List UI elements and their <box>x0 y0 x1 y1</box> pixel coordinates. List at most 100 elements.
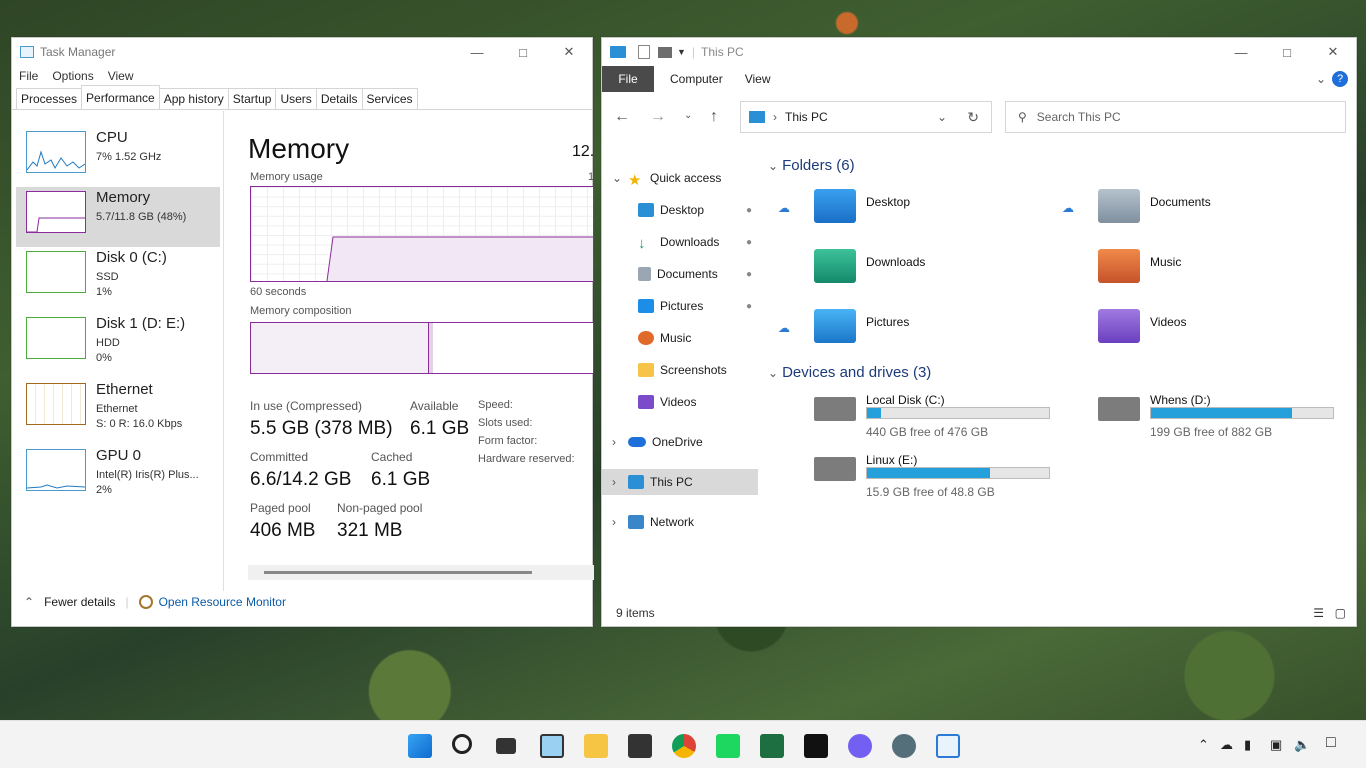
tab-details[interactable]: Details <box>315 88 363 109</box>
spotify-icon[interactable] <box>716 734 740 758</box>
up-arrow-icon[interactable]: ↑ <box>710 108 718 126</box>
chevron-down-icon[interactable]: ⌄ <box>602 171 628 185</box>
minimize-button[interactable]: — <box>1218 38 1264 66</box>
drive-c[interactable]: Local Disk (C:) 440 GB free of 476 GB <box>762 389 1062 439</box>
settings-gear-icon[interactable] <box>892 734 916 758</box>
perf-item-disk0[interactable]: Disk 0 (C:) SSD 1% <box>16 247 220 307</box>
chrome-icon[interactable] <box>672 734 696 758</box>
perf-item-memory[interactable]: Memory 5.7/11.8 GB (48%) <box>16 187 220 247</box>
address-dropdown-icon[interactable]: ⌄ <box>937 110 947 124</box>
dolby-icon[interactable] <box>804 734 828 758</box>
titlebar-divider: | <box>691 45 696 59</box>
breadcrumb-this-pc[interactable]: This PC <box>785 110 828 124</box>
tree-item-videos[interactable]: Videos <box>602 389 758 415</box>
ribbon-computer-tab[interactable]: Computer <box>670 72 723 86</box>
tab-app-history[interactable]: App history <box>158 88 229 109</box>
maximize-button[interactable]: □ <box>500 38 546 66</box>
tree-item-downloads[interactable]: ↓ Downloads ● <box>602 229 758 255</box>
chevron-up-icon[interactable]: ⌃ <box>24 595 34 609</box>
drive-d[interactable]: Whens (D:) 199 GB free of 882 GB <box>1046 389 1346 439</box>
fewer-details-button[interactable]: Fewer details <box>44 595 115 609</box>
folder-pictures[interactable]: ☁ Pictures <box>762 309 982 349</box>
menu-file[interactable]: File <box>19 69 38 83</box>
chevron-right-icon[interactable]: › <box>602 515 628 529</box>
perf-item-cpu[interactable]: CPU 7% 1.52 GHz <box>16 127 220 187</box>
start-windows-icon[interactable] <box>408 734 432 758</box>
viber-icon[interactable] <box>848 734 872 758</box>
perf-item-value: 0% <box>96 352 112 364</box>
scroll-thumb[interactable] <box>264 571 532 574</box>
pin-icon[interactable]: ● <box>746 237 752 248</box>
file-explorer-icon[interactable] <box>584 734 608 758</box>
tree-item-desktop[interactable]: Desktop ● <box>602 197 758 223</box>
excel-icon[interactable] <box>760 734 784 758</box>
folder-downloads[interactable]: Downloads <box>762 249 982 289</box>
tab-services[interactable]: Services <box>361 88 418 109</box>
tree-item-music[interactable]: Music <box>602 325 758 351</box>
ribbon-file-tab[interactable]: File <box>602 66 654 92</box>
pin-icon[interactable]: ● <box>746 205 752 216</box>
tree-item-network[interactable]: › Network <box>602 509 758 535</box>
onedrive-tray-icon[interactable]: ☁ <box>1220 737 1233 753</box>
store-icon[interactable] <box>628 734 652 758</box>
tree-item-onedrive[interactable]: › OneDrive <box>602 429 758 455</box>
menu-view[interactable]: View <box>108 69 134 83</box>
refresh-icon[interactable]: ↻ <box>967 109 979 126</box>
tree-item-documents[interactable]: Documents ● <box>602 261 758 287</box>
open-resource-monitor-link[interactable]: Open Resource Monitor <box>159 595 286 609</box>
volume-icon[interactable]: 🔈 <box>1294 737 1310 753</box>
tree-item-pictures[interactable]: Pictures ● <box>602 293 758 319</box>
tree-item-this-pc[interactable]: › This PC <box>602 469 758 495</box>
devices-section-header[interactable]: ⌄ Devices and drives (3) <box>768 364 931 381</box>
drive-e[interactable]: Linux (E:) 15.9 GB free of 48.8 GB <box>762 449 1062 499</box>
ribbon-view-tab[interactable]: View <box>745 72 771 86</box>
explorer-titlebar[interactable]: ▼ | This PC — □ ✕ <box>602 38 1356 66</box>
search-input[interactable]: ⚲ Search This PC <box>1005 101 1346 133</box>
task-view-icon[interactable] <box>496 738 516 754</box>
close-button[interactable]: ✕ <box>546 38 592 66</box>
address-bar[interactable]: › This PC ⌄ ↻ <box>740 101 992 133</box>
widgets-icon[interactable] <box>540 734 564 758</box>
close-button[interactable]: ✕ <box>1310 38 1356 66</box>
perf-item-ethernet[interactable]: Ethernet Ethernet S: 0 R: 16.0 Kbps <box>16 379 220 439</box>
tab-processes[interactable]: Processes <box>16 88 83 109</box>
expand-ribbon-icon[interactable]: ⌄ <box>1316 72 1326 86</box>
pin-icon[interactable]: ● <box>746 301 752 312</box>
perf-item-gpu[interactable]: GPU 0 Intel(R) Iris(R) Plus... 2% <box>16 445 220 505</box>
folder-name: Pictures <box>866 315 910 329</box>
search-icon[interactable] <box>452 734 472 754</box>
chevron-right-icon[interactable]: › <box>602 475 628 489</box>
forward-arrow-icon[interactable]: → <box>650 108 666 126</box>
folder-documents[interactable]: ☁ Documents <box>1046 189 1266 229</box>
tab-startup[interactable]: Startup <box>227 88 277 109</box>
help-icon[interactable]: ? <box>1332 71 1348 87</box>
battery-icon[interactable]: ▮ <box>1244 737 1251 753</box>
network-tray-icon[interactable]: ▣ <box>1270 737 1282 753</box>
chevron-right-icon[interactable]: › <box>602 435 628 449</box>
folder-music[interactable]: Music <box>1046 249 1266 289</box>
folders-section-header[interactable]: ⌄ Folders (6) <box>768 157 855 174</box>
task-manager-icon[interactable] <box>936 734 960 758</box>
properties-icon[interactable] <box>638 45 650 59</box>
back-arrow-icon[interactable]: ← <box>614 108 630 126</box>
cpu-graph-thumb <box>26 131 86 173</box>
tree-item-quick-access[interactable]: ⌄ ★ Quick access <box>602 165 758 191</box>
maximize-button[interactable]: □ <box>1264 38 1310 66</box>
tab-performance[interactable]: Performance <box>81 85 160 108</box>
recent-locations-icon[interactable]: ⌄ <box>684 110 692 121</box>
pin-icon[interactable]: ● <box>746 269 752 280</box>
tree-item-screenshots[interactable]: Screenshots <box>602 357 758 383</box>
menu-options[interactable]: Options <box>52 69 93 83</box>
chevron-up-icon[interactable]: ⌃ <box>1198 737 1209 753</box>
tab-users[interactable]: Users <box>275 88 317 109</box>
tiles-view-icon[interactable]: ▢ <box>1335 606 1346 620</box>
details-view-icon[interactable]: ☰ <box>1313 606 1324 620</box>
minimize-button[interactable]: — <box>454 38 500 66</box>
quick-access-dropdown-icon[interactable]: ▼ <box>677 47 686 57</box>
new-folder-icon[interactable] <box>658 46 672 58</box>
folder-videos[interactable]: Videos <box>1046 309 1266 349</box>
folder-desktop[interactable]: ☁ Desktop <box>762 189 982 229</box>
notification-icon[interactable]: □ <box>1326 734 1336 752</box>
perf-item-disk1[interactable]: Disk 1 (D: E:) HDD 0% <box>16 313 220 373</box>
tm-titlebar[interactable]: Task Manager — □ ✕ <box>12 38 592 66</box>
